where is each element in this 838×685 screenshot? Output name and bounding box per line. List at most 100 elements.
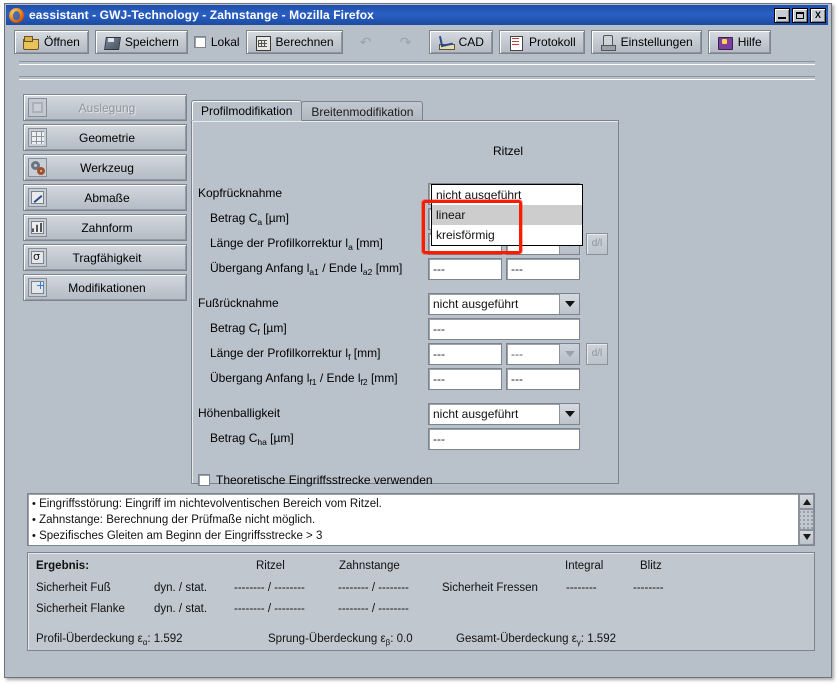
- dropdown-option-linear[interactable]: linear: [432, 205, 582, 225]
- chevron-down-icon[interactable]: [559, 294, 579, 314]
- hoehenballigkeit-combo[interactable]: nicht ausgeführt: [428, 403, 580, 425]
- result-row-zahnstange: -------- / --------: [338, 603, 409, 615]
- message-list-scrollbar[interactable]: [798, 494, 814, 545]
- chevron-down-icon[interactable]: [559, 404, 579, 424]
- gears-icon: [28, 158, 47, 177]
- result-row-ritzel: -------- / --------: [234, 582, 305, 594]
- betrag-cha-input[interactable]: ---: [428, 428, 580, 450]
- toolbar-divider: [19, 76, 815, 80]
- berechnen-button[interactable]: Berechnen: [245, 30, 343, 54]
- theoretische-eingriffsstrecke-checkbox[interactable]: [198, 474, 210, 486]
- uebergang-lf1-input[interactable]: ---: [428, 368, 502, 390]
- minimize-button[interactable]: [774, 7, 790, 23]
- einstellungen-button[interactable]: Einstellungen: [590, 30, 702, 54]
- betrag-cha-label: Betrag Cha [µm]: [210, 431, 294, 447]
- theoretische-eingriffsstrecke-label: Theoretische Eingriffsstrecke verwenden: [216, 473, 433, 487]
- dl-toggle-button-lf[interactable]: d/l: [586, 343, 608, 365]
- betrag-cf-input[interactable]: ---: [428, 318, 580, 340]
- betrag-ca-label: Betrag Ca [µm]: [210, 211, 290, 227]
- dl-toggle-button-la[interactable]: d/l: [586, 233, 608, 255]
- protokoll-button-label: Protokoll: [528, 35, 576, 49]
- list-item: • Zahnstange: Berechnung der Prüfmaße ni…: [32, 514, 316, 526]
- uebergang-lf-label: Übergang Anfang lf1 / Ende lf2 [mm]: [210, 371, 398, 387]
- uebergang-la2-input[interactable]: ---: [506, 258, 580, 280]
- sidebar-item-auslegung[interactable]: Auslegung: [23, 94, 187, 121]
- result-col-ritzel: Ritzel: [256, 560, 285, 572]
- einstellungen-button-label: Einstellungen: [620, 35, 693, 49]
- tab-panel: Profilmodifikation Breitenmodifikation R…: [191, 100, 620, 487]
- result-col-integral: Integral: [565, 560, 604, 572]
- calculator-icon: [255, 35, 271, 51]
- result-col-zahnstange: Zahnstange: [339, 560, 400, 572]
- fussruecknahme-combo[interactable]: nicht ausgeführt: [428, 293, 580, 315]
- theoretische-eingriffsstrecke-group[interactable]: Theoretische Eingriffsstrecke verwenden: [198, 473, 433, 487]
- dropdown-option-kreisfoermig[interactable]: kreisförmig: [432, 225, 582, 245]
- sidebar-item-tragfaehigkeit[interactable]: Tragfähigkeit: [23, 244, 187, 271]
- sidebar-item-label: Werkzeug: [80, 160, 134, 175]
- tab-profilmodifikation[interactable]: Profilmodifikation: [191, 100, 303, 121]
- result-row-label: Sicherheit Fuß: [36, 582, 111, 594]
- laenge-lf-combo[interactable]: ---: [506, 343, 580, 365]
- close-button[interactable]: X: [810, 7, 826, 23]
- window-controls: X: [774, 7, 826, 23]
- laenge-lf-label: Länge der Profilkorrektur lf [mm]: [210, 346, 381, 362]
- kopfruecknahme-dropdown-list[interactable]: nicht ausgeführt linear kreisförmig: [431, 184, 583, 246]
- scrollbar-thumb[interactable]: [799, 509, 814, 530]
- tab-label: Profilmodifikation: [201, 103, 293, 118]
- protokoll-button[interactable]: Protokoll: [498, 30, 585, 54]
- uebergang-lf2-input[interactable]: ---: [506, 368, 580, 390]
- dropdown-option-nicht-ausgefuehrt[interactable]: nicht ausgeführt: [432, 185, 582, 205]
- save-button[interactable]: Speichern: [94, 30, 188, 54]
- list-item: • Spezifisches Gleiten am Beginn der Ein…: [32, 530, 323, 542]
- sidebar-item-modifikationen[interactable]: Modifikationen: [23, 274, 187, 301]
- dimensions-icon: [28, 188, 47, 207]
- tab-breitenmodifikation[interactable]: Breitenmodifikation: [301, 101, 424, 121]
- laenge-lf-input[interactable]: ---: [428, 343, 502, 365]
- sidebar: Auslegung Geometrie Werkzeug Abmaße Zahn…: [23, 94, 187, 304]
- laenge-la-label: Länge der Profilkorrektur la [mm]: [210, 236, 383, 252]
- cad-ruler-icon: [438, 35, 455, 50]
- uebergang-la-label: Übergang Anfang la1 / Ende la2 [mm]: [210, 261, 403, 277]
- scroll-down-button[interactable]: [799, 529, 814, 545]
- result-sprung-ueberdeckung: Sprung-Überdeckung εβ: 0.0: [268, 633, 413, 647]
- sidebar-item-abmasse[interactable]: Abmaße: [23, 184, 187, 211]
- help-book-icon: [717, 35, 733, 50]
- sidebar-item-geometrie[interactable]: Geometrie: [23, 124, 187, 151]
- grid-icon: [28, 128, 47, 147]
- uebergang-la1-input[interactable]: ---: [428, 258, 502, 280]
- message-list: • Eingriffsstörung: Eingriff im nichtevo…: [28, 494, 798, 545]
- tab-content: Ritzel Kopfrücknahme nicht ausgeführt Be…: [191, 120, 620, 487]
- save-disk-icon: [104, 35, 120, 50]
- open-button[interactable]: Öffnen: [14, 30, 89, 54]
- modifications-icon: [28, 278, 47, 297]
- laenge-lf-combo-value: ---: [511, 347, 523, 361]
- result-fressen-blitz: --------: [633, 582, 664, 594]
- row-laenge-lf: Länge der Profilkorrektur lf [mm] --- --…: [192, 343, 620, 365]
- redo-button: ↷: [389, 30, 423, 54]
- settings-icon: [600, 34, 616, 51]
- undo-button: ↶: [349, 30, 383, 54]
- lokal-label: Lokal: [210, 35, 240, 49]
- sidebar-item-label: Abmaße: [84, 190, 130, 205]
- title-bar: eassistant - GWJ-Technology - Zahnstange…: [6, 5, 828, 25]
- result-panel: Ergebnis: Ritzel Zahnstange Integral Bli…: [27, 552, 815, 651]
- cad-button[interactable]: CAD: [428, 30, 493, 54]
- firefox-icon: [9, 7, 24, 23]
- lokal-checkbox[interactable]: [193, 36, 206, 48]
- result-gesamt-ueberdeckung: Gesamt-Überdeckung εγ: 1.592: [456, 633, 616, 647]
- lokal-checkbox-group[interactable]: Lokal: [193, 35, 240, 49]
- result-row-ritzel: -------- / --------: [234, 603, 305, 615]
- sidebar-item-zahnform[interactable]: Zahnform: [23, 214, 187, 241]
- maximize-button[interactable]: [792, 7, 808, 23]
- row-hoehenballigkeit: Höhenballigkeit nicht ausgeführt: [192, 403, 620, 425]
- row-betrag-cha: Betrag Cha [µm] ---: [192, 428, 620, 450]
- sidebar-item-werkzeug[interactable]: Werkzeug: [23, 154, 187, 181]
- sidebar-item-label: Geometrie: [78, 130, 136, 145]
- hoehenballigkeit-label: Höhenballigkeit: [198, 406, 281, 420]
- hilfe-button[interactable]: Hilfe: [707, 30, 771, 54]
- toolbar: Öffnen Speichern Lokal Berechnen ↶ ↷ CAD…: [6, 25, 828, 59]
- chevron-down-icon[interactable]: [559, 344, 579, 364]
- scroll-up-button[interactable]: [799, 494, 814, 510]
- kopfruecknahme-label: Kopfrücknahme: [198, 186, 283, 200]
- row-fussruecknahme: Fußrücknahme nicht ausgeführt: [192, 293, 620, 315]
